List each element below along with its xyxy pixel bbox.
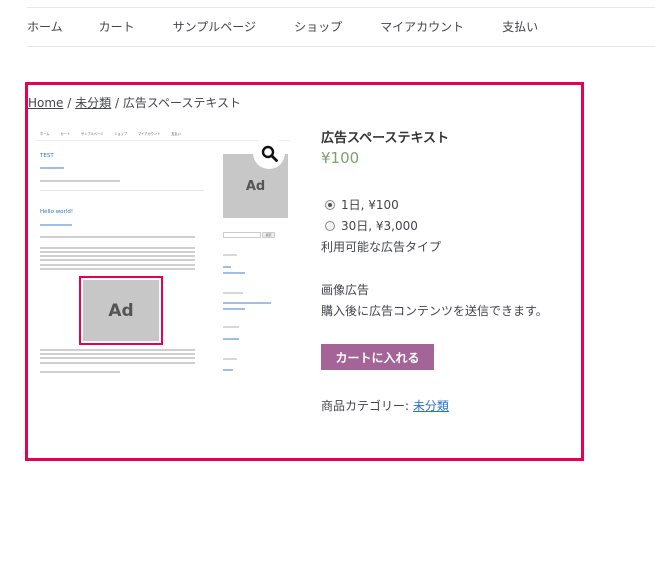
gallery-mini-line: [40, 247, 195, 249]
search-icon: [261, 145, 278, 162]
radio-button[interactable]: [325, 220, 335, 231]
gallery-mini-line: [223, 266, 231, 268]
gallery-post-title: Hello world!: [40, 209, 74, 215]
gallery-mini-line: [40, 264, 195, 266]
ad-types-label: 利用可能な広告タイプ: [321, 240, 442, 254]
gallery-mini-line: [40, 268, 195, 270]
nav-item-sample-page[interactable]: サンプルページ: [173, 18, 256, 38]
gallery-mini-line: [40, 236, 195, 238]
breadcrumb-current: 広告スペーステキスト: [122, 96, 242, 110]
category-label: 商品カテゴリー:: [321, 399, 410, 413]
ad-type-value: 画像広告: [321, 283, 370, 297]
breadcrumb-home[interactable]: Home: [28, 96, 63, 110]
gallery-mini-line: [40, 349, 195, 351]
product-title: 広告スペーステキスト: [321, 131, 450, 146]
gallery-mini-nav-item: ショップ: [114, 132, 127, 136]
gallery-mini-nav-item: カート: [60, 132, 71, 136]
breadcrumb-separator: /: [114, 96, 120, 110]
gallery-mini-line: [223, 254, 237, 256]
main-navigation: ホーム カート サンプルページ ショップ マイアカウント 支払い: [27, 18, 538, 38]
gallery-mini-nav-item: マイアカウント: [137, 132, 161, 136]
nav-item-home[interactable]: ホーム: [27, 18, 63, 38]
nav-item-my-account[interactable]: マイアカウント: [380, 18, 464, 38]
option-label: 1日, ¥100: [341, 198, 399, 212]
add-to-cart-button[interactable]: カートに入れる: [321, 344, 434, 370]
gallery-mini-search-button: 検索: [262, 232, 275, 238]
gallery-mini-line: [40, 371, 120, 373]
ad-description: 購入後に広告コンテンツを送信できます。: [321, 304, 548, 318]
gallery-mini-line: [40, 259, 195, 261]
gallery-mini-nav: ホーム カート サンプルページ ショップ マイアカウント 支払い: [40, 131, 181, 136]
gallery-mini-line: [40, 190, 204, 191]
gallery-mini-line: [223, 338, 239, 340]
gallery-mini-line: [223, 302, 271, 304]
product-meta: 商品カテゴリー: 未分類: [321, 397, 449, 414]
gallery-mini-nav-item: サンプルページ: [81, 132, 104, 136]
gallery-mini-nav-item: ホーム: [40, 132, 50, 136]
breadcrumb-separator: /: [67, 96, 72, 110]
gallery-post-title: TEST: [40, 153, 54, 159]
gallery-ad-highlighted: Ad: [79, 276, 163, 345]
gallery-mini-line: [223, 308, 245, 310]
option-30-days[interactable]: 30日, ¥3,000: [325, 217, 418, 234]
gallery-ad-big-label: Ad: [83, 280, 159, 341]
option-1-day[interactable]: 1日, ¥100: [325, 196, 399, 213]
header-top-rule: [27, 7, 655, 8]
gallery-mini-line: [40, 251, 195, 253]
gallery-mini-line: [40, 180, 120, 182]
breadcrumb: Home / 未分類 / 広告スペーステキスト: [28, 94, 241, 111]
gallery-mini-nav-item: 支払い: [171, 132, 181, 136]
gallery-mini-line: [223, 326, 239, 328]
nav-item-cart[interactable]: カート: [99, 18, 135, 38]
nav-item-payment[interactable]: 支払い: [502, 18, 538, 38]
gallery-mini-line: [223, 369, 233, 371]
header-bottom-rule: [27, 46, 655, 47]
gallery-mini-line: [40, 255, 195, 257]
product-gallery-image[interactable]: ホーム カート サンプルページ ショップ マイアカウント 支払い TEST He…: [36, 126, 290, 378]
gallery-zoom-button[interactable]: [253, 137, 285, 169]
gallery-mini-line: [223, 358, 237, 360]
option-label: 30日, ¥3,000: [341, 219, 418, 233]
nav-item-shop[interactable]: ショップ: [294, 18, 342, 38]
gallery-mini-line: [40, 357, 195, 359]
gallery-mini-search: [223, 232, 261, 238]
gallery-mini-line: [223, 292, 243, 294]
radio-button-checked[interactable]: [325, 199, 335, 210]
product-price: ¥100: [321, 149, 360, 167]
gallery-mini-line: [40, 353, 195, 355]
category-link[interactable]: 未分類: [413, 399, 449, 413]
gallery-mini-line: [223, 272, 245, 274]
gallery-mini-line: [40, 224, 72, 226]
gallery-mini-rule: [36, 140, 290, 141]
gallery-mini-line: [40, 362, 195, 364]
gallery-mini-line: [40, 167, 64, 169]
breadcrumb-category[interactable]: 未分類: [75, 96, 111, 110]
